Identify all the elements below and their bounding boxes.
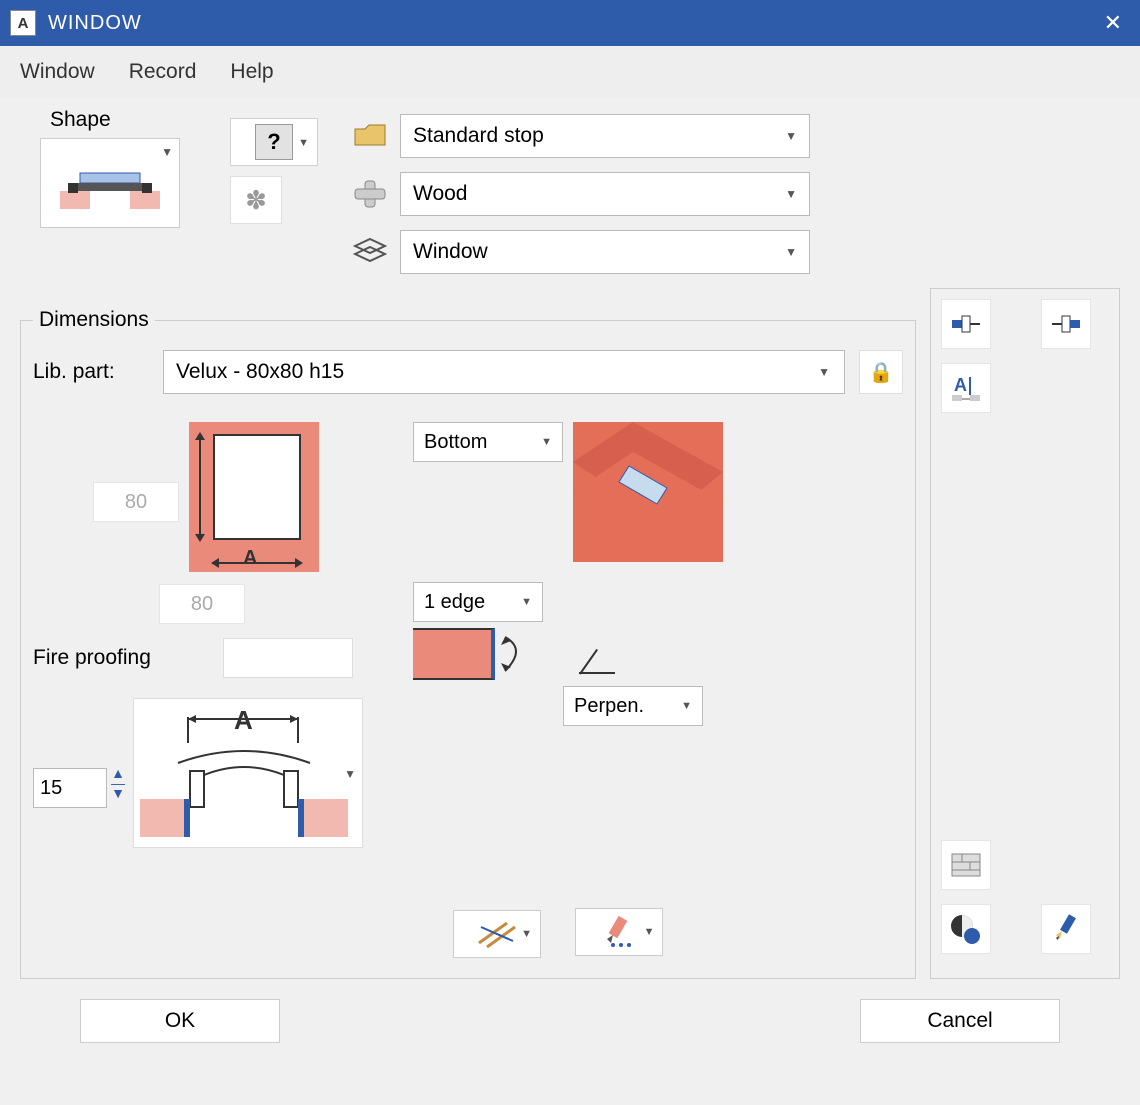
dimensions-legend: Dimensions	[33, 308, 155, 332]
lock-icon[interactable]: 🔒	[859, 350, 903, 394]
menu-bar: Window Record Help	[0, 46, 1140, 98]
width-input[interactable]: 80	[159, 584, 245, 624]
side-toolbar: A	[930, 288, 1120, 979]
section-picker[interactable]: A	[133, 698, 363, 848]
wall-icon[interactable]	[941, 840, 991, 890]
appearance-icon[interactable]	[941, 904, 991, 954]
libpart-select[interactable]: Velux - 80x80 h15▼	[163, 350, 845, 394]
updown-icon: ▲—▼	[107, 768, 129, 798]
cancel-button[interactable]: Cancel	[860, 999, 1060, 1043]
angle-icon[interactable]	[579, 634, 619, 674]
help-type-button[interactable]: ? ▼	[230, 118, 318, 166]
shape-picker[interactable]: ▼	[40, 138, 180, 228]
edit-pencil-icon[interactable]	[1041, 904, 1091, 954]
material-select[interactable]: Wood▼	[400, 172, 810, 216]
text-align-icon[interactable]: A	[941, 363, 991, 413]
menu-window[interactable]: Window	[20, 60, 95, 84]
chevron-down-icon: ▼	[298, 137, 309, 149]
perspective-diagram	[573, 422, 723, 562]
frame-diagram: A	[189, 422, 319, 572]
align-right-icon[interactable]	[1041, 299, 1091, 349]
layer-select[interactable]: Window▼	[400, 230, 810, 274]
depth-input[interactable]: 15	[33, 768, 107, 808]
height-input[interactable]: 80	[93, 482, 179, 522]
edge-select[interactable]: 1 edge▼	[413, 582, 543, 622]
stop-type-select[interactable]: Standard stop▼	[400, 114, 810, 158]
close-icon[interactable]: ✕	[1096, 10, 1130, 36]
dimensions-group: Dimensions Lib. part: Velux - 80x80 h15▼…	[20, 308, 916, 979]
libpart-label: Lib. part:	[33, 360, 163, 384]
app-icon: A	[10, 10, 36, 36]
reference-select[interactable]: Bottom▼	[413, 422, 563, 462]
folder-icon	[340, 123, 400, 149]
svg-text:A: A	[954, 375, 967, 395]
layers-icon	[340, 237, 400, 267]
menu-help[interactable]: Help	[230, 60, 273, 84]
pen-picker[interactable]: ▼	[575, 908, 663, 956]
title-bar: A WINDOW ✕	[0, 0, 1140, 46]
fire-label: Fire proofing	[33, 646, 223, 670]
perp-select[interactable]: Perpen.▼	[563, 686, 703, 726]
cross-icon	[340, 179, 400, 209]
window-title: WINDOW	[48, 12, 142, 35]
hatch-picker[interactable]: ▼	[453, 910, 541, 958]
edge-diagram	[413, 628, 495, 680]
snow-icon[interactable]: ✽	[230, 176, 282, 224]
fire-input[interactable]	[223, 638, 353, 678]
chevron-down-icon: ▼	[161, 145, 173, 159]
ok-button[interactable]: OK	[80, 999, 280, 1043]
shape-label: Shape	[50, 108, 230, 132]
menu-record[interactable]: Record	[129, 60, 197, 84]
align-left-icon[interactable]	[941, 299, 991, 349]
